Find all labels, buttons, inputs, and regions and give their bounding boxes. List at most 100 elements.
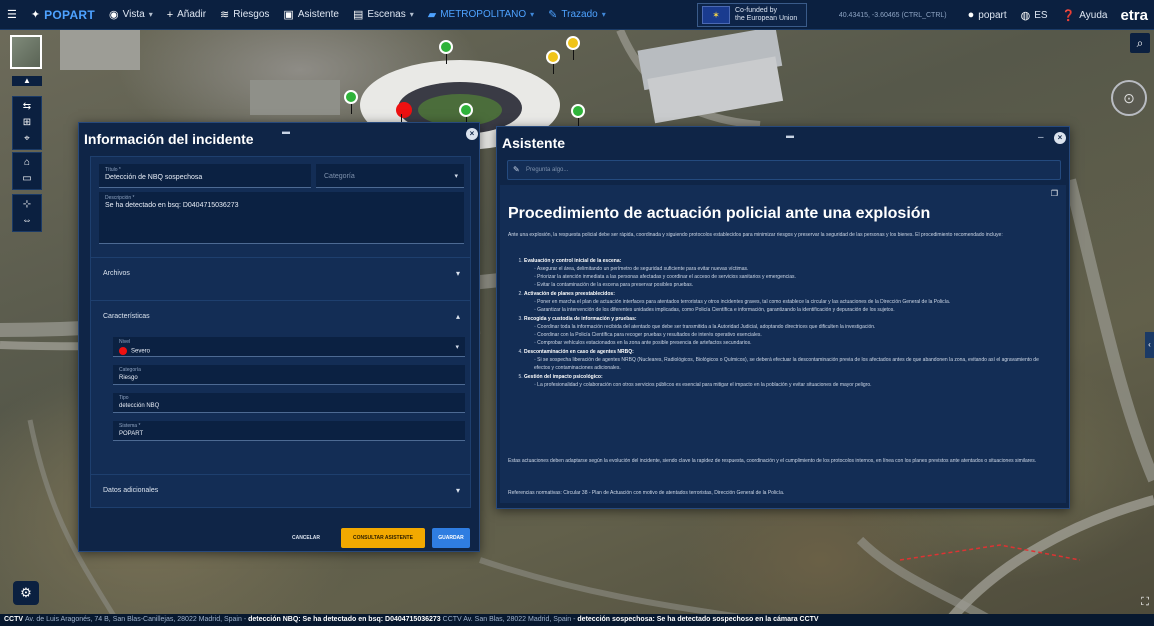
procedure-steps: Evaluación y control inicial de la escen… xyxy=(524,257,1054,390)
basemap-thumbnail[interactable] xyxy=(10,35,42,69)
drag-handle-icon[interactable]: ▬ xyxy=(282,127,291,136)
severity-select[interactable]: Nivel Severo ▾ xyxy=(113,337,465,357)
procedure-step-item: Coordinar con la Policía Científica para… xyxy=(534,331,1054,339)
etra-logo: etra xyxy=(1120,6,1148,24)
map-marker-warning[interactable] xyxy=(566,36,580,60)
user-menu[interactable]: ● popart xyxy=(961,0,1014,30)
language-menu[interactable]: ◍ ES xyxy=(1014,0,1055,30)
menu-icon[interactable]: ☰ xyxy=(0,0,24,30)
ticker-event[interactable]: detección NBQ: Se ha detectado en bsq: D… xyxy=(248,616,443,623)
chat-icon: ✎ xyxy=(513,165,520,174)
toolbar-right: 40.43415, -3.60465 (CTRL_CTRL) ● popart ◍… xyxy=(839,0,1154,30)
category-field[interactable]: Categoría Riesgo xyxy=(113,365,465,385)
map-marker-green[interactable] xyxy=(344,90,358,114)
eu-text-line-2: the European Union xyxy=(735,15,798,22)
answer-heading: Procedimiento de actuación policial ante… xyxy=(508,205,931,222)
type-field[interactable]: Tipo detección NBQ xyxy=(113,393,465,413)
menu-anadir[interactable]: + Añadir xyxy=(160,0,213,30)
map-marker-green[interactable] xyxy=(459,103,473,127)
measure-icon[interactable]: ⊹ xyxy=(16,199,38,211)
menu-vista[interactable]: ◉ Vista ▾ xyxy=(102,0,160,30)
chevron-down-icon: ▾ xyxy=(601,10,606,19)
cancel-button[interactable]: CANCELAR xyxy=(282,528,330,548)
procedure-step: Activación de planes preestablecidos:Pon… xyxy=(524,290,1054,314)
layers-icon[interactable]: ▭ xyxy=(16,173,38,185)
app-brand: ✦ POPART xyxy=(30,7,96,22)
grid-icon[interactable]: ⊞ xyxy=(16,117,38,129)
map-marker-green[interactable] xyxy=(439,40,453,64)
alerts-ticker[interactable]: CCTV Av. de Luis Aragonés, 74 B, San Bla… xyxy=(0,614,1154,626)
copy-icon[interactable]: ❐ xyxy=(1051,189,1058,198)
ticker-place: Av. de Luis Aragonés, 74 B, San Blas-Can… xyxy=(25,616,249,623)
top-toolbar: ☰ ✦ POPART ◉ Vista ▾ + Añadir ≋ Riesgos ▣ Asi… xyxy=(0,0,1154,30)
eye-icon: ◉ xyxy=(109,9,119,21)
menu-escenas[interactable]: ▤ Escenas ▾ xyxy=(346,0,421,30)
ask-input[interactable]: ✎ Pregunta algo... xyxy=(507,160,1061,180)
chevron-up-icon: ▴ xyxy=(455,312,460,321)
consult-assistant-button[interactable]: CONSULTAR ASISTENTE xyxy=(341,528,425,548)
compass-control[interactable]: ⊙ xyxy=(1111,80,1147,116)
drag-handle-icon[interactable]: ▬ xyxy=(786,131,795,140)
incident-marker[interactable] xyxy=(396,102,412,124)
map-marker-green[interactable] xyxy=(571,104,585,128)
title-field[interactable]: Título * Detección de NBQ sospechosa xyxy=(99,164,311,188)
incident-dialog-title: Información del incidente xyxy=(84,131,254,147)
scenes-icon: ▤ xyxy=(352,9,364,21)
fullscreen-button[interactable]: ⛶ xyxy=(1138,595,1152,609)
map-marker-warning[interactable] xyxy=(546,50,560,74)
assistant-dialog: Asistente ▬ – × ✎ Pregunta algo... ❐ Pro… xyxy=(496,126,1070,509)
collapse-tools-button[interactable]: ▲ xyxy=(12,76,42,86)
incident-dialog: Información del incidente ▬ × Título * D… xyxy=(78,122,480,552)
share-icon[interactable]: ⇆ xyxy=(16,101,38,113)
plus-icon: + xyxy=(166,8,174,21)
settings-button[interactable]: ⚙ xyxy=(13,581,39,605)
category-select[interactable]: Categoría ▾ xyxy=(316,164,464,188)
chevron-down-icon: ▾ xyxy=(409,10,414,19)
procedure-step-item: Garantizar la intervención de los difere… xyxy=(534,306,1054,314)
ruler-icon[interactable]: ⇔ xyxy=(16,215,38,227)
compass-icon: ⊙ xyxy=(1123,90,1135,106)
answer-references: Referencias normativas: Circular 38 - Pl… xyxy=(508,490,785,496)
section-additional-data[interactable]: Datos adicionales ▾ xyxy=(90,474,471,508)
chevron-down-icon: ▾ xyxy=(455,486,460,495)
minimize-icon[interactable]: – xyxy=(1038,132,1045,143)
map-search-button[interactable]: ⌕ xyxy=(1130,33,1150,53)
save-button[interactable]: GUARDAR xyxy=(432,528,470,548)
user-icon: ● xyxy=(967,9,975,21)
brand-logo-icon: ✦ xyxy=(30,9,41,21)
globe-icon: ◍ xyxy=(1020,9,1031,22)
coordinates-readout: 40.43415, -3.60465 (CTRL_CTRL) xyxy=(838,11,947,19)
help-menu[interactable]: ❓ Ayuda xyxy=(1055,0,1115,30)
close-icon[interactable]: × xyxy=(466,128,478,140)
menu-asistente[interactable]: ▣ Asistente xyxy=(276,0,346,30)
map-layer-icon: ▰ xyxy=(427,9,437,21)
ticker-event[interactable]: detección sospechosa: Se ha detectado so… xyxy=(577,616,818,623)
home-icon[interactable]: ⌂ xyxy=(16,157,38,169)
help-icon: ❓ xyxy=(1061,9,1076,22)
gear-icon: ⚙ xyxy=(20,585,32,600)
section-files[interactable]: Archivos ▾ xyxy=(91,257,470,291)
pen-icon: ✎ xyxy=(548,9,558,21)
procedure-step-item: La profesionalidad y colaboración con ot… xyxy=(534,381,1054,389)
menu-riesgos[interactable]: ≋ Riesgos xyxy=(213,0,276,30)
ticker-place: CCTV Av. San Blas, 28022 Madrid, Spain - xyxy=(442,616,578,623)
incident-form: Título * Detección de NBQ sospechosa Cat… xyxy=(90,156,471,508)
tool-group-measure: ⊹ ⇔ xyxy=(12,194,42,232)
pin-icon[interactable]: ⌖ xyxy=(16,133,38,145)
close-icon[interactable]: × xyxy=(1054,132,1066,144)
description-field[interactable]: Descripción * Se ha detectado en bsq: D0… xyxy=(99,192,464,244)
procedure-step-item: Si se sospecha liberación de agentes NRB… xyxy=(534,356,1054,372)
side-panel-toggle[interactable]: ‹ xyxy=(1145,332,1154,358)
procedure-step-title: Descontaminación en caso de agentes NRBQ… xyxy=(524,349,634,355)
chevron-down-icon: ▾ xyxy=(454,173,458,180)
procedure-step-item: Priorizar la atención inmediata a las pe… xyxy=(534,273,1054,281)
tool-group-navigation: ⇆ ⊞ ⌖ xyxy=(12,96,42,150)
system-field[interactable]: Sistema * POPART xyxy=(113,421,465,441)
chat-icon: ▣ xyxy=(283,9,294,21)
ticker-prefix: CCTV xyxy=(4,616,25,623)
layers-icon: ≋ xyxy=(220,9,230,21)
draw-menu[interactable]: ✎ Trazado ▾ xyxy=(541,0,613,30)
tool-group-layers: ⌂ ▭ xyxy=(12,152,42,190)
procedure-step-title: Activación de planes preestablecidos: xyxy=(524,291,615,297)
layer-select[interactable]: ▰ METROPOLITANO ▾ xyxy=(421,0,541,30)
